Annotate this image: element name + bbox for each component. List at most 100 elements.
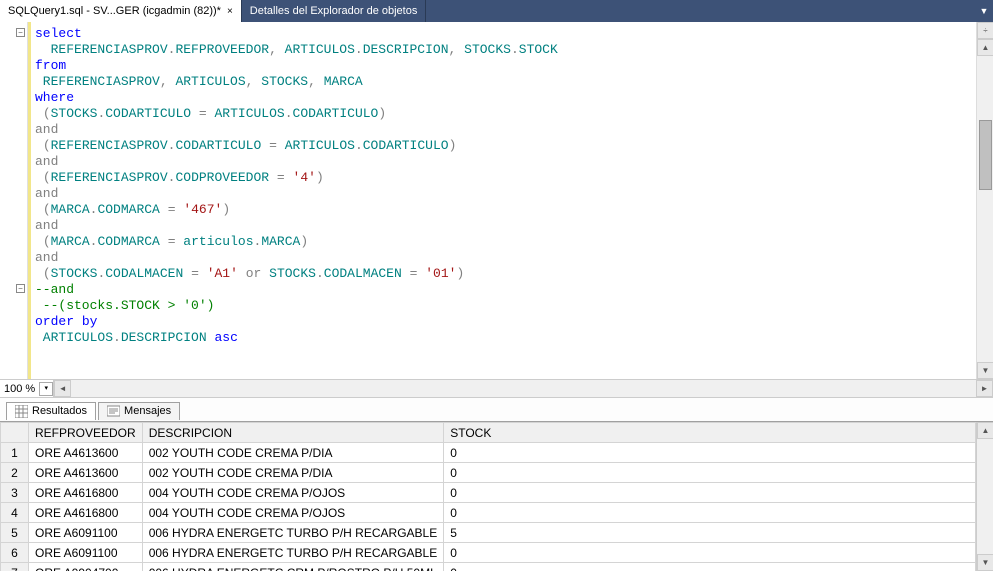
code-area[interactable]: select REFERENCIASPROV.REFPROVEEDOR, ART…: [28, 22, 976, 379]
code-token: '01': [425, 266, 456, 281]
cell[interactable]: 0: [444, 483, 976, 503]
tab-label: Resultados: [32, 405, 87, 417]
code-token: REFERENCIASPROV: [51, 138, 168, 153]
code-token: CODPROVEEDOR: [175, 170, 269, 185]
cell[interactable]: ORE A4613600: [29, 443, 143, 463]
cell[interactable]: 002 YOUTH CODE CREMA P/DIA: [142, 443, 444, 463]
code-token: [35, 202, 43, 217]
cell[interactable]: ORE A0904700: [29, 563, 143, 571]
cell[interactable]: 006 HYDRA ENERGETC CRM P/ROSTRO P/H 50ML: [142, 563, 444, 571]
column-header[interactable]: DESCRIPCION: [142, 423, 444, 443]
results-grid[interactable]: REFPROVEEDOR DESCRIPCION STOCK 1ORE A461…: [0, 422, 976, 571]
table-row[interactable]: 2ORE A4613600002 YOUTH CODE CREMA P/DIA0: [1, 463, 976, 483]
table-row[interactable]: 7ORE A0904700006 HYDRA ENERGETC CRM P/RO…: [1, 563, 976, 571]
row-number: 6: [1, 543, 29, 563]
tab-sqlquery[interactable]: SQLQuery1.sql - SV...GER (icgadmin (82))…: [0, 0, 242, 22]
scroll-left-icon[interactable]: ◄: [54, 380, 71, 397]
code-token: [191, 106, 199, 121]
sql-editor: − − select REFERENCIASPROV.REFPROVEEDOR,…: [0, 22, 993, 380]
table-row[interactable]: 3ORE A4616800004 YOUTH CODE CREMA P/OJOS…: [1, 483, 976, 503]
code-token: ): [316, 170, 324, 185]
code-token: MARCA: [316, 74, 363, 89]
code-token: (: [43, 234, 51, 249]
code-token: .: [285, 106, 293, 121]
code-token: =: [199, 106, 207, 121]
results-vertical-scrollbar[interactable]: ▲ ▼: [976, 422, 993, 571]
code-token: .: [511, 42, 519, 57]
cell[interactable]: ORE A4616800: [29, 503, 143, 523]
table-row[interactable]: 4ORE A4616800004 YOUTH CODE CREMA P/OJOS…: [1, 503, 976, 523]
cell[interactable]: 0: [444, 563, 976, 571]
code-token: ARTICULOS: [35, 330, 113, 345]
code-token: ): [449, 138, 457, 153]
cell[interactable]: ORE A6091100: [29, 543, 143, 563]
code-token: [35, 106, 43, 121]
editor-horizontal-scrollbar[interactable]: ◄ ►: [53, 380, 993, 397]
grid-icon: [15, 405, 28, 418]
tab-dropdown-icon[interactable]: ▼: [975, 0, 993, 22]
scroll-right-icon[interactable]: ►: [976, 380, 993, 397]
code-token: CODMARCA: [97, 202, 159, 217]
editor-status-row: 100 % ▾ ◄ ►: [0, 380, 993, 398]
cell[interactable]: 002 YOUTH CODE CREMA P/DIA: [142, 463, 444, 483]
code-token: (: [43, 106, 51, 121]
tab-results[interactable]: Resultados: [6, 402, 96, 420]
fold-icon[interactable]: −: [16, 28, 25, 37]
row-number: 4: [1, 503, 29, 523]
cell[interactable]: 5: [444, 523, 976, 543]
column-header[interactable]: STOCK: [444, 423, 976, 443]
close-icon[interactable]: ×: [227, 6, 233, 17]
scroll-down-icon[interactable]: ▼: [977, 554, 993, 571]
split-icon[interactable]: ÷: [977, 22, 993, 39]
code-token: [238, 266, 246, 281]
fold-icon[interactable]: −: [16, 284, 25, 293]
cell[interactable]: 006 HYDRA ENERGETC TURBO P/H RECARGABLE: [142, 543, 444, 563]
row-number: 3: [1, 483, 29, 503]
tab-messages[interactable]: Mensajes: [98, 402, 180, 420]
table-header-row: REFPROVEEDOR DESCRIPCION STOCK: [1, 423, 976, 443]
code-token: [269, 170, 277, 185]
code-token: (: [43, 266, 51, 281]
code-token: CODALMACEN: [105, 266, 183, 281]
code-token: --(stocks.STOCK > '0'): [35, 298, 214, 313]
scroll-down-icon[interactable]: ▼: [977, 362, 993, 379]
code-token: [199, 266, 207, 281]
table-row[interactable]: 5 ORE A6091100006 HYDRA ENERGETC TURBO P/…: [1, 523, 976, 543]
cell[interactable]: ORE A4613600: [29, 463, 143, 483]
cell[interactable]: ORE A4616800: [29, 483, 143, 503]
code-token: from: [35, 58, 66, 73]
code-token: ): [456, 266, 464, 281]
code-token: DESCRIPCION: [363, 42, 449, 57]
tab-object-explorer-details[interactable]: Detalles del Explorador de objetos: [242, 0, 427, 22]
cell[interactable]: 0: [444, 543, 976, 563]
cell[interactable]: ORE A6091100: [29, 523, 143, 543]
code-token: [402, 266, 410, 281]
scroll-up-icon[interactable]: ▲: [977, 422, 993, 439]
table-row[interactable]: 6ORE A6091100006 HYDRA ENERGETC TURBO P/…: [1, 543, 976, 563]
code-token: 'A1': [207, 266, 238, 281]
tab-label: Detalles del Explorador de objetos: [250, 5, 418, 17]
code-token: articulos: [176, 234, 254, 249]
tab-label: SQLQuery1.sql - SV...GER (icgadmin (82))…: [8, 5, 221, 17]
code-token: [160, 234, 168, 249]
editor-vertical-scrollbar[interactable]: ÷ ▲ ▼: [976, 22, 993, 379]
cell[interactable]: 0: [444, 503, 976, 523]
code-token: (: [43, 202, 51, 217]
cell[interactable]: 0: [444, 463, 976, 483]
code-token: and: [35, 186, 58, 201]
code-token: ): [222, 202, 230, 217]
code-token: MARCA: [261, 234, 300, 249]
scroll-up-icon[interactable]: ▲: [977, 39, 993, 56]
cell[interactable]: 004 YOUTH CODE CREMA P/OJOS: [142, 483, 444, 503]
cell[interactable]: 004 YOUTH CODE CREMA P/OJOS: [142, 503, 444, 523]
table-row[interactable]: 1ORE A4613600002 YOUTH CODE CREMA P/DIA0: [1, 443, 976, 463]
code-token: DESCRIPCION: [121, 330, 207, 345]
cell[interactable]: 0: [444, 443, 976, 463]
scrollbar-thumb[interactable]: [979, 120, 992, 190]
corner-cell: [1, 423, 29, 443]
cell[interactable]: 006 HYDRA ENERGETC TURBO P/H RECARGABLE: [142, 523, 444, 543]
row-number: 7: [1, 563, 29, 571]
editor-gutter: − −: [0, 22, 28, 379]
column-header[interactable]: REFPROVEEDOR: [29, 423, 143, 443]
zoom-dropdown-icon[interactable]: ▾: [39, 382, 53, 396]
